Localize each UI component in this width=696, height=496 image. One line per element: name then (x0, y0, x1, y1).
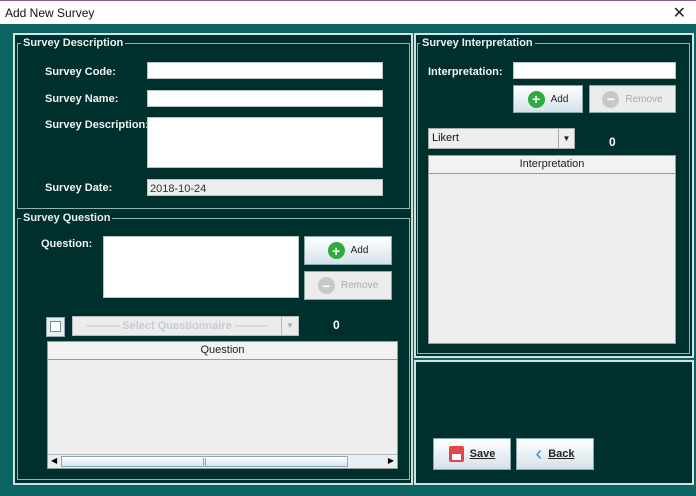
chevron-down-icon: ▼ (281, 317, 298, 335)
add-label: Add (350, 245, 369, 256)
question-add-button[interactable]: + Add (304, 236, 392, 265)
interpretation-add-button[interactable]: + Add (513, 85, 583, 113)
title-bar: Add New Survey ✕ (0, 0, 696, 24)
survey-description-label: Survey Description: (45, 119, 149, 131)
questionnaire-select[interactable]: ——— Select Questionnaire ——— ▼ (72, 316, 299, 336)
survey-interpretation-legend: Survey Interpretation (420, 37, 535, 49)
plus-icon: + (327, 242, 345, 259)
interpretation-column-header[interactable]: Interpretation (429, 156, 675, 174)
question-remove-button[interactable]: − Remove (304, 271, 392, 300)
interpretation-count: 0 (609, 135, 616, 149)
plus-icon: + (527, 90, 545, 108)
question-table[interactable]: Question ◀ || ▶ (47, 341, 398, 469)
interpretation-type-select[interactable]: Likert ▼ (428, 128, 575, 149)
add-label: Add (550, 93, 569, 105)
survey-name-input[interactable] (147, 90, 383, 107)
survey-question-legend: Survey Question (21, 212, 113, 224)
scroll-left-icon[interactable]: ◀ (51, 456, 57, 465)
survey-date-label: Survey Date: (45, 182, 113, 194)
horizontal-scrollbar[interactable]: ◀ || ▶ (48, 454, 397, 468)
back-button[interactable]: ‹ Back (516, 438, 594, 470)
back-label: Back (548, 448, 575, 460)
remove-label: Remove (625, 93, 663, 105)
close-icon[interactable]: ✕ (673, 3, 686, 23)
interpretation-type-value: Likert (432, 132, 459, 144)
floppy-disk-icon (448, 446, 464, 462)
question-label: Question: (41, 238, 93, 250)
interpretation-remove-button[interactable]: − Remove (589, 85, 676, 113)
questionnaire-checkbox[interactable] (46, 317, 65, 337)
chevron-down-icon: ▼ (558, 129, 574, 148)
save-label: Save (469, 448, 496, 460)
save-button[interactable]: Save (433, 438, 511, 470)
questionnaire-select-value: ——— Select Questionnaire ——— (86, 320, 268, 332)
question-column-header[interactable]: Question (48, 342, 397, 360)
survey-date-field: 2018-10-24 (147, 179, 383, 196)
survey-code-input[interactable] (147, 62, 383, 79)
question-textarea[interactable] (103, 236, 299, 298)
survey-description-textarea[interactable] (147, 117, 383, 168)
interpretation-table[interactable]: Interpretation (428, 155, 676, 344)
minus-icon: − (602, 90, 620, 108)
question-count: 0 (333, 318, 340, 332)
interpretation-label: Interpretation: (428, 66, 503, 78)
survey-name-label: Survey Name: (45, 93, 119, 105)
chevron-left-icon: ‹ (535, 442, 543, 465)
window-title: Add New Survey (5, 6, 95, 20)
remove-label: Remove (340, 280, 379, 291)
minus-icon: − (317, 277, 335, 294)
interpretation-input[interactable] (513, 62, 676, 79)
survey-description-legend: Survey Description (21, 37, 126, 49)
scroll-right-icon[interactable]: ▶ (388, 456, 394, 465)
survey-code-label: Survey Code: (45, 66, 116, 78)
scrollbar-thumb[interactable]: || (61, 456, 348, 467)
